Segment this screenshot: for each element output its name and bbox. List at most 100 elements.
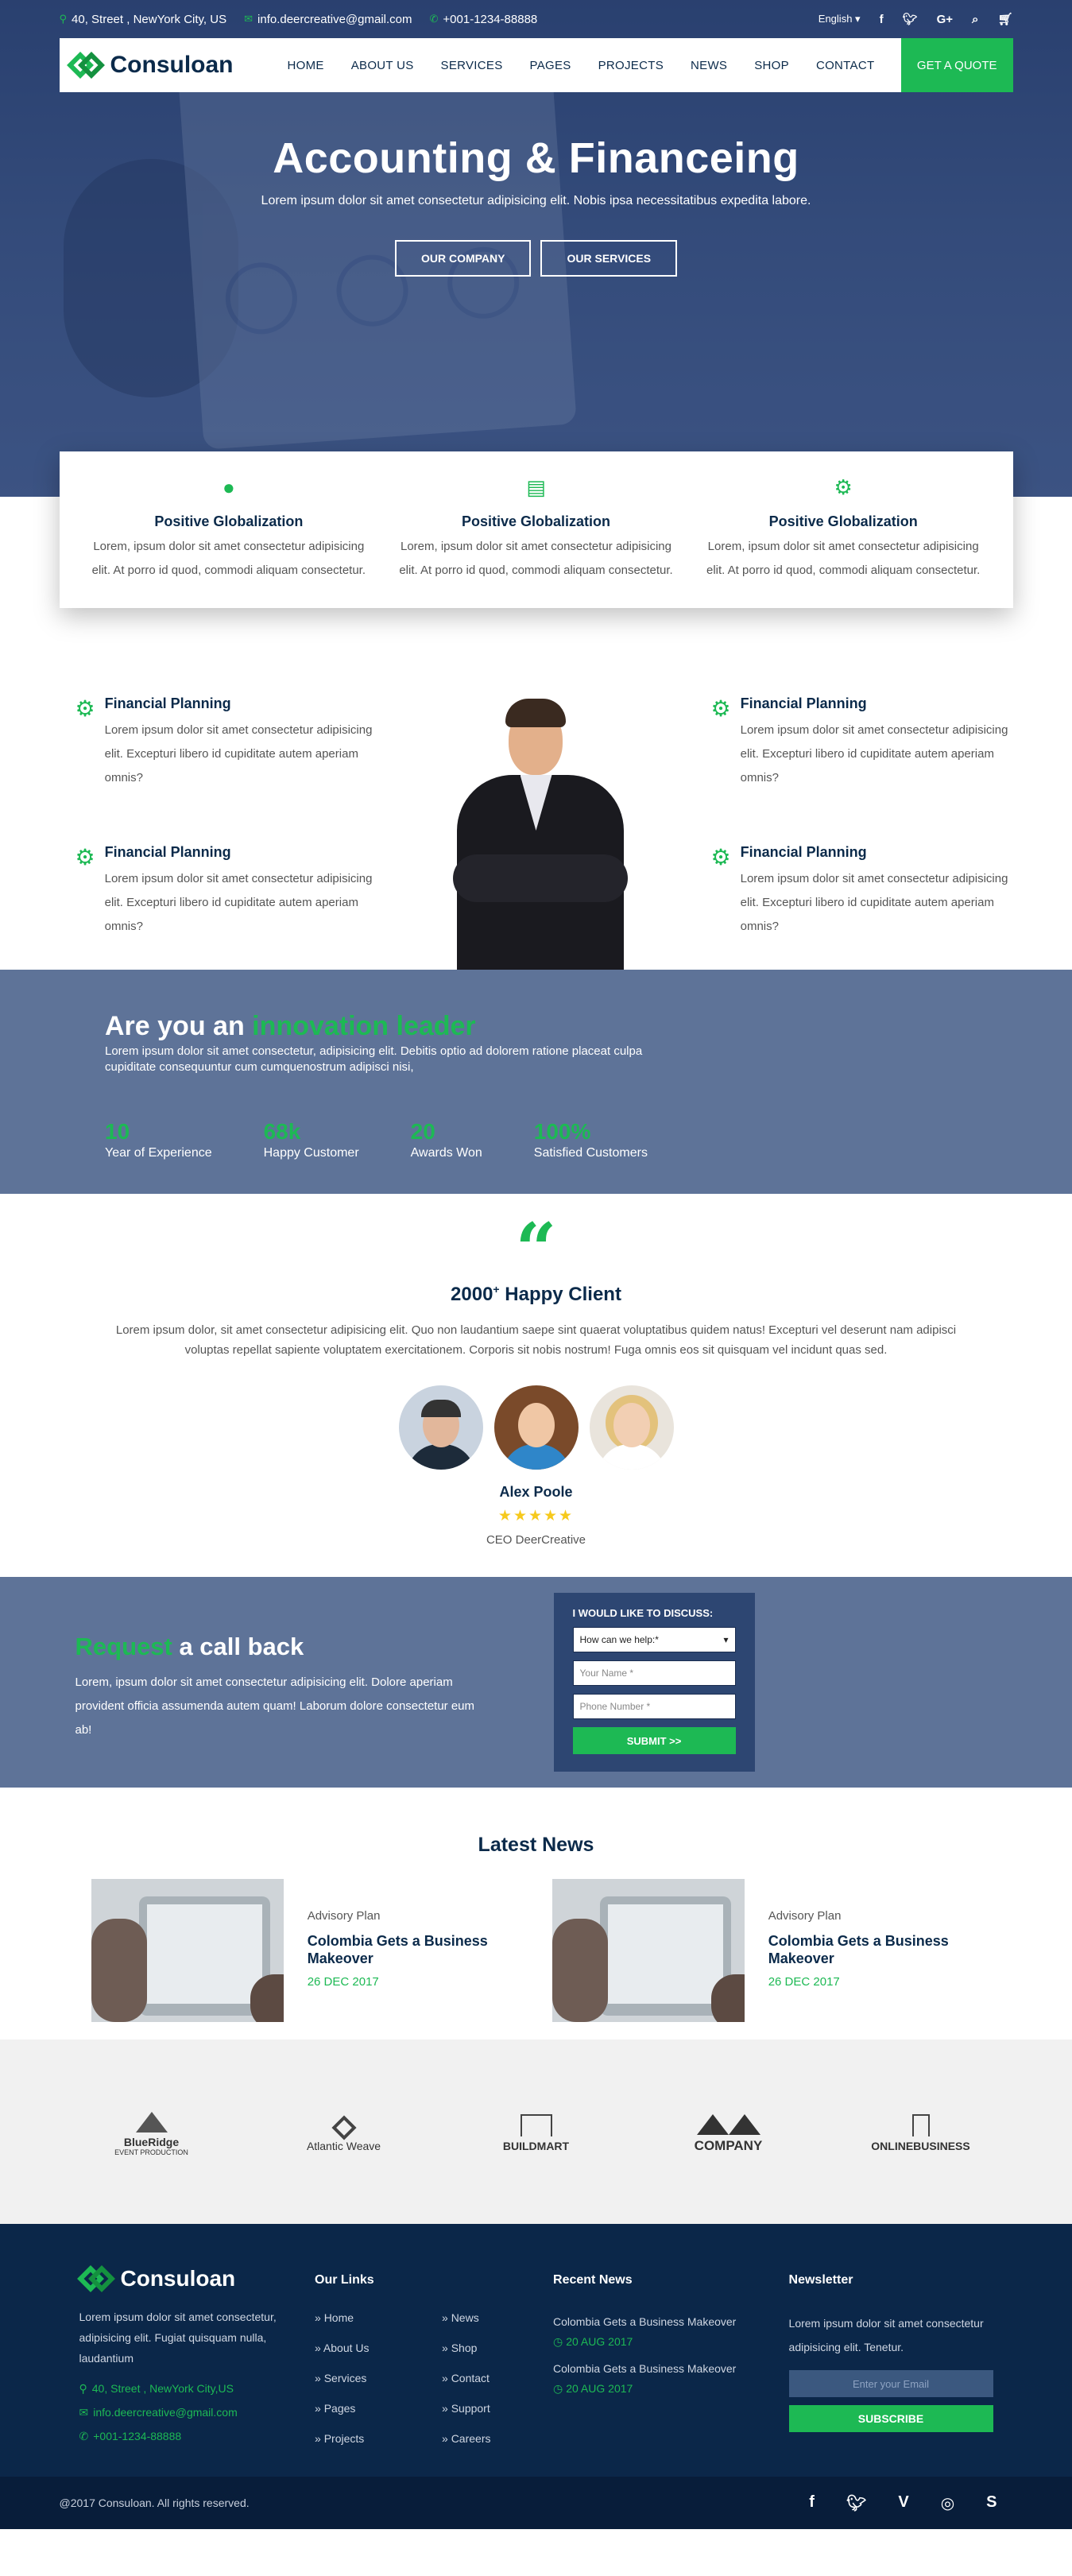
twitter-icon[interactable]: 🐦︎ — [846, 2493, 866, 2513]
news-category: Advisory Plan — [768, 1909, 842, 1923]
google-plus-icon[interactable]: G+ — [937, 13, 953, 26]
financial-title: Financial Planning — [104, 844, 231, 860]
logo-icon — [76, 2262, 115, 2295]
testimonial-section: “ 2000+ Happy Client Lorem ipsum dolor, … — [0, 1194, 1072, 1577]
our-services-button[interactable]: OUR SERVICES — [540, 240, 678, 277]
news-title[interactable]: Colombia Gets a Business Makeover — [308, 1932, 521, 1967]
news-title[interactable]: Colombia Gets a Business Makeover — [768, 1932, 981, 1967]
recent-news-link[interactable]: Colombia Gets a Business Makeover — [553, 2358, 789, 2379]
footer-phone[interactable]: ✆ +001-1234-88888 — [79, 2424, 315, 2448]
partner-logo[interactable]: COMPANY — [633, 2109, 825, 2154]
footer-link-contact[interactable]: » Contact — [442, 2372, 553, 2384]
cart-icon[interactable]: 🛒︎ — [997, 12, 1012, 26]
gears-icon: ⚙ — [710, 845, 731, 870]
client-avatars — [0, 1385, 1072, 1470]
footer-link-services[interactable]: » Services — [315, 2372, 442, 2384]
avatar[interactable] — [589, 1385, 674, 1470]
news-item[interactable]: Advisory Plan Colombia Gets a Business M… — [551, 1879, 981, 2022]
feature-title: Positive Globalization — [154, 513, 304, 529]
partner-logo[interactable]: BlueRidge EVENT PRODUCTION — [56, 2107, 248, 2156]
feature-title: Positive Globalization — [461, 513, 611, 529]
footer-link-shop[interactable]: » Shop — [442, 2342, 553, 2354]
nav-pages[interactable]: PAGES — [517, 59, 585, 72]
partner-logo[interactable]: ONLINEBUSINESS — [825, 2111, 1017, 2152]
footer-link-about-us[interactable]: » About Us — [315, 2342, 442, 2354]
financial-text: Lorem ipsum dolor sit amet consectetur a… — [740, 723, 1008, 784]
stat-number: 68k — [263, 1119, 301, 1144]
phone-field[interactable]: Phone Number * — [572, 1694, 736, 1719]
footer-link-projects[interactable]: » Projects — [315, 2432, 442, 2445]
footer-link-pages[interactable]: » Pages — [315, 2402, 442, 2415]
hero-subtitle: Lorem ipsum dolor sit amet consectetur a… — [261, 194, 811, 207]
recent-news-item[interactable]: Colombia Gets a Business Makeover ◷ 20 AU… — [553, 2311, 789, 2349]
news-item[interactable]: Advisory Plan Colombia Gets a Business M… — [91, 1879, 521, 2022]
newsletter-text: Lorem ipsum dolor sit amet consectetur a… — [788, 2317, 984, 2353]
callback-title: Request a call back — [75, 1633, 304, 1660]
avatar[interactable] — [493, 1385, 579, 1470]
email-text[interactable]: info.deercreative@gmail.com — [257, 13, 412, 26]
skype-icon[interactable]: S — [986, 2493, 997, 2513]
innovation-section: Are you an innovation leader Lorem ipsum… — [0, 970, 1072, 1194]
phone-info[interactable]: ✆ +001-1234-88888 — [430, 13, 538, 26]
partner-logo[interactable]: BUILDMART — [440, 2111, 633, 2152]
stat-number: 100% — [533, 1119, 591, 1144]
stat-label: Awards Won — [410, 1146, 482, 1160]
phone-text[interactable]: +001-1234-88888 — [443, 13, 537, 26]
links-title: Our Links — [315, 2273, 374, 2287]
stat-number: 10 — [105, 1119, 130, 1144]
footer-about: Lorem ipsum dolor sit amet consectetur, … — [79, 2311, 277, 2365]
nav-home[interactable]: HOME — [274, 59, 338, 72]
footer-link-home[interactable]: » Home — [315, 2311, 442, 2324]
stats-row: 10 Year of Experience 68k Happy Customer 2… — [105, 1119, 967, 1160]
news-image[interactable] — [551, 1879, 745, 2022]
financial-planning-section: ⚙ Financial Planning Lorem ipsum dolor si… — [60, 695, 1013, 970]
subscribe-button[interactable]: SUBSCRIBE — [788, 2405, 993, 2432]
nav-about-us[interactable]: ABOUT US — [338, 59, 428, 72]
recent-news-item[interactable]: Colombia Gets a Business Makeover ◷ 20 AU… — [553, 2358, 789, 2396]
stat-number: 20 — [410, 1119, 435, 1144]
callback-form: I WOULD LIKE TO DISCUSS: How can we help… — [553, 1593, 755, 1772]
nav-news[interactable]: NEWS — [677, 59, 741, 72]
footer-email[interactable]: ✉ info.deercreative@gmail.com — [79, 2400, 315, 2424]
search-icon[interactable]: ⌕ — [972, 13, 978, 26]
primary-nav: HOME ABOUT US SERVICES PAGES PROJECTS NE… — [274, 59, 901, 72]
recent-news-link[interactable]: Colombia Gets a Business Makeover — [553, 2311, 789, 2332]
testimonial-text: Lorem ipsum dolor, sit amet consectetur … — [115, 1323, 957, 1357]
footer-link-news[interactable]: » News — [442, 2311, 553, 2324]
footer-links: » Home » News » About Us » Shop » Servic… — [315, 2311, 553, 2445]
our-company-button[interactable]: OUR COMPANY — [394, 240, 532, 277]
feature-item: ▤ Positive Globalization Lorem, ipsum do… — [382, 475, 690, 583]
gears-icon: ⚙ — [75, 696, 95, 721]
vimeo-icon[interactable]: V — [898, 2493, 908, 2513]
discuss-select[interactable]: How can we help:* — [572, 1627, 736, 1652]
submit-button[interactable]: SUBMIT >> — [572, 1727, 736, 1754]
financial-text: Lorem ipsum dolor sit amet consectetur a… — [104, 872, 373, 933]
partner-logo[interactable]: Atlantic Weave — [248, 2111, 440, 2152]
footer-logo[interactable]: Consuloan — [76, 2262, 294, 2295]
footer-link-careers[interactable]: » Careers — [442, 2432, 553, 2445]
facebook-icon[interactable]: f — [880, 13, 884, 26]
feature-text: Lorem, ipsum dolor sit amet consectetur … — [91, 540, 366, 577]
feature-item: ⚙ Positive Globalization Lorem, ipsum do… — [690, 475, 997, 583]
gears-icon: ⚙ — [710, 696, 731, 721]
email-info[interactable]: ✉ info.deercreative@gmail.com — [244, 13, 412, 26]
feature-item: ● Positive Globalization Lorem, ipsum do… — [75, 475, 383, 583]
footer-link-support[interactable]: » Support — [442, 2402, 553, 2415]
get-a-quote-button[interactable]: GET A QUOTE — [900, 38, 1013, 92]
facebook-icon[interactable]: f — [809, 2493, 815, 2513]
news-date: 26 DEC 2017 — [307, 1975, 379, 1989]
nav-contact[interactable]: CONTACT — [803, 59, 888, 72]
twitter-icon[interactable]: 🐦︎ — [903, 12, 918, 26]
avatar[interactable] — [398, 1385, 483, 1470]
language-selector[interactable]: English ▾ — [819, 13, 861, 25]
nav-projects[interactable]: PROJECTS — [585, 59, 677, 72]
hero-section: ⚲ 40, Street , NewYork City, US ✉ info.dee… — [0, 0, 1072, 497]
instagram-icon[interactable]: ◎ — [941, 2493, 954, 2513]
nav-services[interactable]: SERVICES — [428, 59, 517, 72]
news-image[interactable] — [91, 1879, 284, 2022]
logo-icon — [66, 48, 105, 82]
nav-shop[interactable]: SHOP — [741, 59, 803, 72]
name-field[interactable]: Your Name * — [572, 1660, 736, 1686]
newsletter-email-input[interactable]: Enter your Email — [788, 2370, 993, 2397]
site-logo[interactable]: Consuloan — [60, 48, 274, 82]
